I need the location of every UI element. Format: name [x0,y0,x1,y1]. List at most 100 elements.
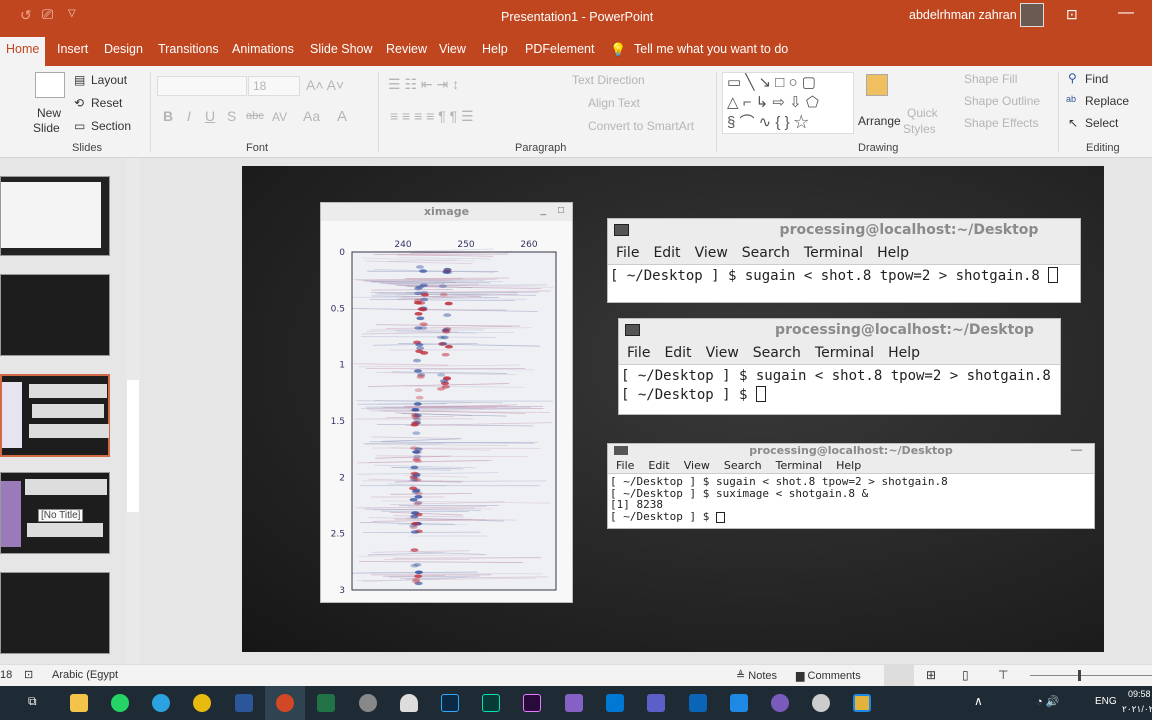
italic-button[interactable]: I [187,108,191,124]
slide-thumbnail[interactable] [0,176,110,256]
align-icons[interactable]: ≡ ≡ ≡ ≡ ¶ ¶ ☰ [390,108,474,125]
menu-item[interactable]: Terminal [776,459,823,472]
terminal-window-1[interactable]: processing@localhost:~/Desktop File Edit V… [607,218,1081,303]
tab-view[interactable]: View [439,42,466,56]
font-size-input[interactable]: 18 [248,76,300,96]
menu-item[interactable]: Edit [648,459,669,472]
new-slide-button[interactable]: New [37,106,61,120]
show-hidden-icons[interactable]: ∧ [974,694,983,708]
language-indicator[interactable]: Arabic (Egypt [52,669,118,681]
slide-thumbnail[interactable] [0,274,110,356]
tab-transitions[interactable]: Transitions [158,42,219,56]
terminal-output[interactable]: [ ~/Desktop ] $ sugain < shot.8 tpow=2 >… [619,365,1060,407]
reading-view-button[interactable]: ▯ [962,668,969,682]
layout-button[interactable]: Layout [91,73,127,87]
menu-item[interactable]: Terminal [815,345,874,361]
menu-item[interactable]: View [706,345,739,361]
comments-button[interactable]: ▆ Comments [796,669,861,682]
avatar[interactable] [1020,3,1044,27]
menu-item[interactable]: Edit [653,245,680,261]
font-color-button[interactable]: A [337,108,347,125]
strikethrough-button[interactable]: abc [246,110,264,122]
find-button[interactable]: Find [1085,72,1108,86]
clock-date[interactable]: ٢٠٢١/٠٢/٠٢ [1122,704,1152,715]
customize-quick-access-icon[interactable]: ▽ [68,8,76,19]
menu-item[interactable]: View [684,459,710,472]
tab-help[interactable]: Help [482,42,508,56]
menu-item[interactable]: Help [877,245,909,261]
language-indicator[interactable]: ENG [1095,696,1117,707]
photoshop-icon[interactable] [441,694,459,712]
ximage-window[interactable]: ximage _ □ 240 250 260 0 0.5 1 1.5 2 2.5 3 [320,202,573,603]
tab-home[interactable]: Home [0,37,46,66]
menu-item[interactable]: Search [742,245,790,261]
tab-slide-show[interactable]: Slide Show [310,42,373,56]
reset-button[interactable]: Reset [91,96,122,110]
menu-item[interactable]: Help [888,345,920,361]
tab-animations[interactable]: Animations [232,42,294,56]
thumbnails-scrollbar[interactable] [126,158,140,664]
underline-button[interactable]: U [205,108,215,124]
outlook-icon[interactable] [689,694,707,712]
normal-view-button[interactable] [884,665,914,686]
replace-button[interactable]: Replace [1085,94,1129,108]
menu-item[interactable]: Help [836,459,861,472]
tab-pdfelement[interactable]: PDFelement [525,42,594,56]
audition-icon[interactable] [482,694,500,712]
menu-item[interactable]: Search [724,459,762,472]
slideshow-button[interactable]: ⊤ [998,668,1008,682]
word-icon[interactable] [235,694,253,712]
new-slide-label[interactable]: Slide [33,121,60,135]
slideshow-from-start-icon[interactable]: ⎚ [42,6,53,23]
terminal-output[interactable]: [ ~/Desktop ] $ sugain < shot.8 tpow=2 >… [608,474,1094,525]
arrange-button[interactable]: Arrange [858,114,901,128]
align-text-button[interactable]: Align Text [588,96,640,110]
minimize-icon[interactable]: _ [540,205,546,216]
change-case-button[interactable]: Aa [303,108,320,124]
tab-review[interactable]: Review [386,42,427,56]
powerpoint-icon[interactable] [276,694,294,712]
excel-icon[interactable] [317,694,335,712]
maximize-icon[interactable]: □ [558,205,564,216]
bold-button[interactable]: B [163,108,173,124]
shapes-gallery[interactable]: ▭ ╲ ↘ □ ○ ▢ △ ⌐ ↳ ⇨ ⇩ ⬠ § ⌒ ∿ { } ☆ [722,72,854,134]
shadow-button[interactable]: S [227,108,236,124]
font-name-input[interactable] [157,76,247,96]
character-spacing-button[interactable]: AV [272,110,287,124]
slide-thumbnail-selected[interactable] [0,374,110,457]
text-direction-button[interactable]: Text Direction [572,73,645,87]
new-slide-icon[interactable] [35,72,65,98]
app-icon[interactable] [771,694,789,712]
slide-sorter-button[interactable]: ⊞ [926,668,936,682]
undo-icon[interactable]: ↺ [20,7,32,24]
shape-effects-button[interactable]: Shape Effects [964,116,1039,130]
quick-styles-label[interactable]: Styles [903,122,936,136]
telegram-icon[interactable] [152,694,170,712]
terminal-output[interactable]: [ ~/Desktop ] $ sugain < shot.8 tpow=2 >… [608,265,1080,288]
onedrive-icon[interactable] [400,694,418,712]
app-icon[interactable] [853,694,871,712]
whatsapp-icon[interactable] [111,694,129,712]
menu-item[interactable]: Search [753,345,801,361]
teams-icon[interactable] [647,694,665,712]
menu-item[interactable]: View [695,245,728,261]
section-button[interactable]: Section [91,119,131,133]
menu-item[interactable]: Edit [664,345,691,361]
quick-styles-button[interactable]: Quick [907,106,938,120]
slide-thumbnail[interactable]: [No Title] [0,472,110,554]
minimize-icon[interactable]: — [1118,4,1134,22]
zoom-slider[interactable] [1030,670,1152,681]
menu-item[interactable]: File [616,459,634,472]
app-icon[interactable] [812,694,830,712]
tab-design[interactable]: Design [104,42,143,56]
clock-time[interactable]: 09:58 [1128,689,1151,699]
chrome-icon[interactable] [193,694,211,712]
slide-thumbnail[interactable] [0,572,110,654]
menu-item[interactable]: File [627,345,650,361]
bullets-icon[interactable]: ☰ ☷ ⇤ ⇥ ↕ [388,76,459,93]
select-button[interactable]: Select [1085,116,1118,130]
vscode-icon[interactable] [606,694,624,712]
tell-me-search[interactable]: Tell me what you want to do [634,42,788,56]
shape-outline-button[interactable]: Shape Outline [964,94,1040,108]
shape-fill-button[interactable]: Shape Fill [964,72,1017,86]
